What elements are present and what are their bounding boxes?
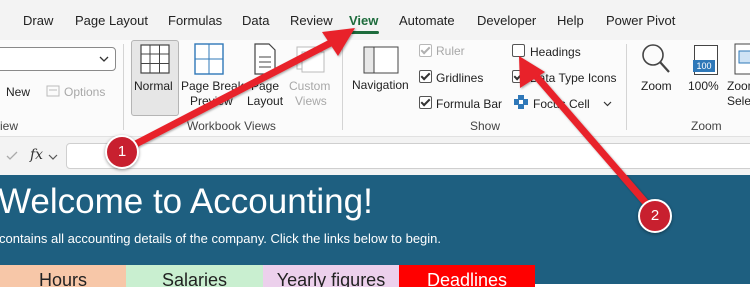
gridlines-checkbox[interactable]: [419, 70, 432, 83]
menu-automate[interactable]: Automate: [399, 13, 455, 28]
focus-cell-icon: [514, 95, 528, 109]
new-view-button[interactable]: New: [6, 85, 30, 99]
group-separator: [342, 44, 343, 130]
ruler-checkbox[interactable]: [419, 44, 432, 57]
menu-view[interactable]: View: [349, 13, 378, 28]
formula-input[interactable]: [66, 143, 750, 169]
enter-checkmark-icon[interactable]: [6, 151, 18, 161]
annotation-badge-1: 1: [105, 135, 139, 169]
menu-review[interactable]: Review: [290, 13, 333, 28]
chevron-down-icon[interactable]: [603, 101, 612, 107]
normal-label: Normal: [134, 79, 173, 93]
group-separator: [123, 44, 124, 130]
menu-data[interactable]: Data: [242, 13, 269, 28]
group-label-sheet-view: iew: [0, 119, 19, 133]
sheet-view-dropdown[interactable]: [0, 47, 116, 71]
normal-view-button[interactable]: Normal: [131, 40, 179, 116]
page-break-preview-icon: [194, 43, 224, 75]
options-button[interactable]: Options: [64, 85, 105, 99]
formula-bar-checkbox[interactable]: [419, 96, 432, 109]
hundred-percent-icon: 100: [693, 45, 718, 75]
page-break-preview-label-2[interactable]: Preview: [190, 94, 233, 108]
data-type-icons-label: Data Type Icons: [530, 71, 617, 85]
custom-views-icon: [296, 46, 325, 73]
menu-help[interactable]: Help: [557, 13, 584, 28]
menu-power-pivot[interactable]: Power Pivot: [606, 13, 675, 28]
menu-page-layout[interactable]: Page Layout: [75, 13, 148, 28]
grid-icon: [140, 44, 170, 74]
welcome-title: Welcome to Accounting!: [0, 182, 373, 221]
worksheet: Welcome to Accounting! contains all acco…: [0, 175, 750, 287]
options-icon: [46, 85, 60, 97]
formula-bar-label: Formula Bar: [436, 97, 503, 111]
headings-label: Headings: [530, 45, 581, 59]
chevron-down-icon: [99, 56, 109, 62]
hundred-icon-badge: 100: [693, 60, 715, 72]
custom-views-label-2[interactable]: Views: [295, 94, 327, 108]
focus-cell-button[interactable]: Focus Cell: [533, 97, 590, 111]
navigation-icon: [363, 46, 399, 74]
menu-developer[interactable]: Developer: [477, 13, 536, 28]
zoom-button[interactable]: Zoom: [641, 79, 672, 93]
page-layout-label-2[interactable]: Layout: [247, 94, 283, 108]
ruler-label: Ruler: [436, 44, 465, 58]
welcome-subtitle: contains all accounting details of the c…: [0, 231, 442, 246]
menu-bar: Draw Page Layout Formulas Data Review Vi…: [0, 0, 750, 40]
group-label-zoom: Zoom: [691, 119, 722, 133]
group-separator: [626, 44, 627, 130]
gridlines-label: Gridlines: [436, 71, 484, 85]
zoom-to-selection-label-2[interactable]: Selec: [727, 94, 750, 108]
insert-function-button[interactable]: fx: [30, 147, 43, 163]
active-tab-indicator: [349, 31, 379, 34]
menu-formulas[interactable]: Formulas: [168, 13, 222, 28]
zoom-to-selection-icon: [734, 43, 750, 75]
navigation-button[interactable]: Navigation: [352, 78, 409, 92]
custom-views-label-1[interactable]: Custom: [289, 79, 330, 93]
zoom-to-selection-label-1[interactable]: Zoom: [727, 79, 750, 93]
menu-draw[interactable]: Draw: [23, 13, 53, 28]
headings-checkbox[interactable]: [512, 44, 525, 57]
zoom-icon: [642, 44, 670, 73]
chevron-down-icon[interactable]: [48, 154, 58, 160]
page-layout-icon: [254, 43, 276, 75]
group-label-show: Show: [470, 119, 501, 133]
hundred-percent-button[interactable]: 100%: [688, 79, 719, 93]
data-type-icons-checkbox[interactable]: [512, 70, 525, 83]
annotation-badge-2: 2: [638, 199, 672, 233]
group-label-workbook-views: Workbook Views: [187, 119, 276, 133]
page-layout-label-1[interactable]: Page: [251, 79, 279, 93]
page-break-preview-label-1[interactable]: Page Break: [181, 79, 244, 93]
ribbon: New Options iew Normal Page Break Previe…: [0, 40, 750, 137]
